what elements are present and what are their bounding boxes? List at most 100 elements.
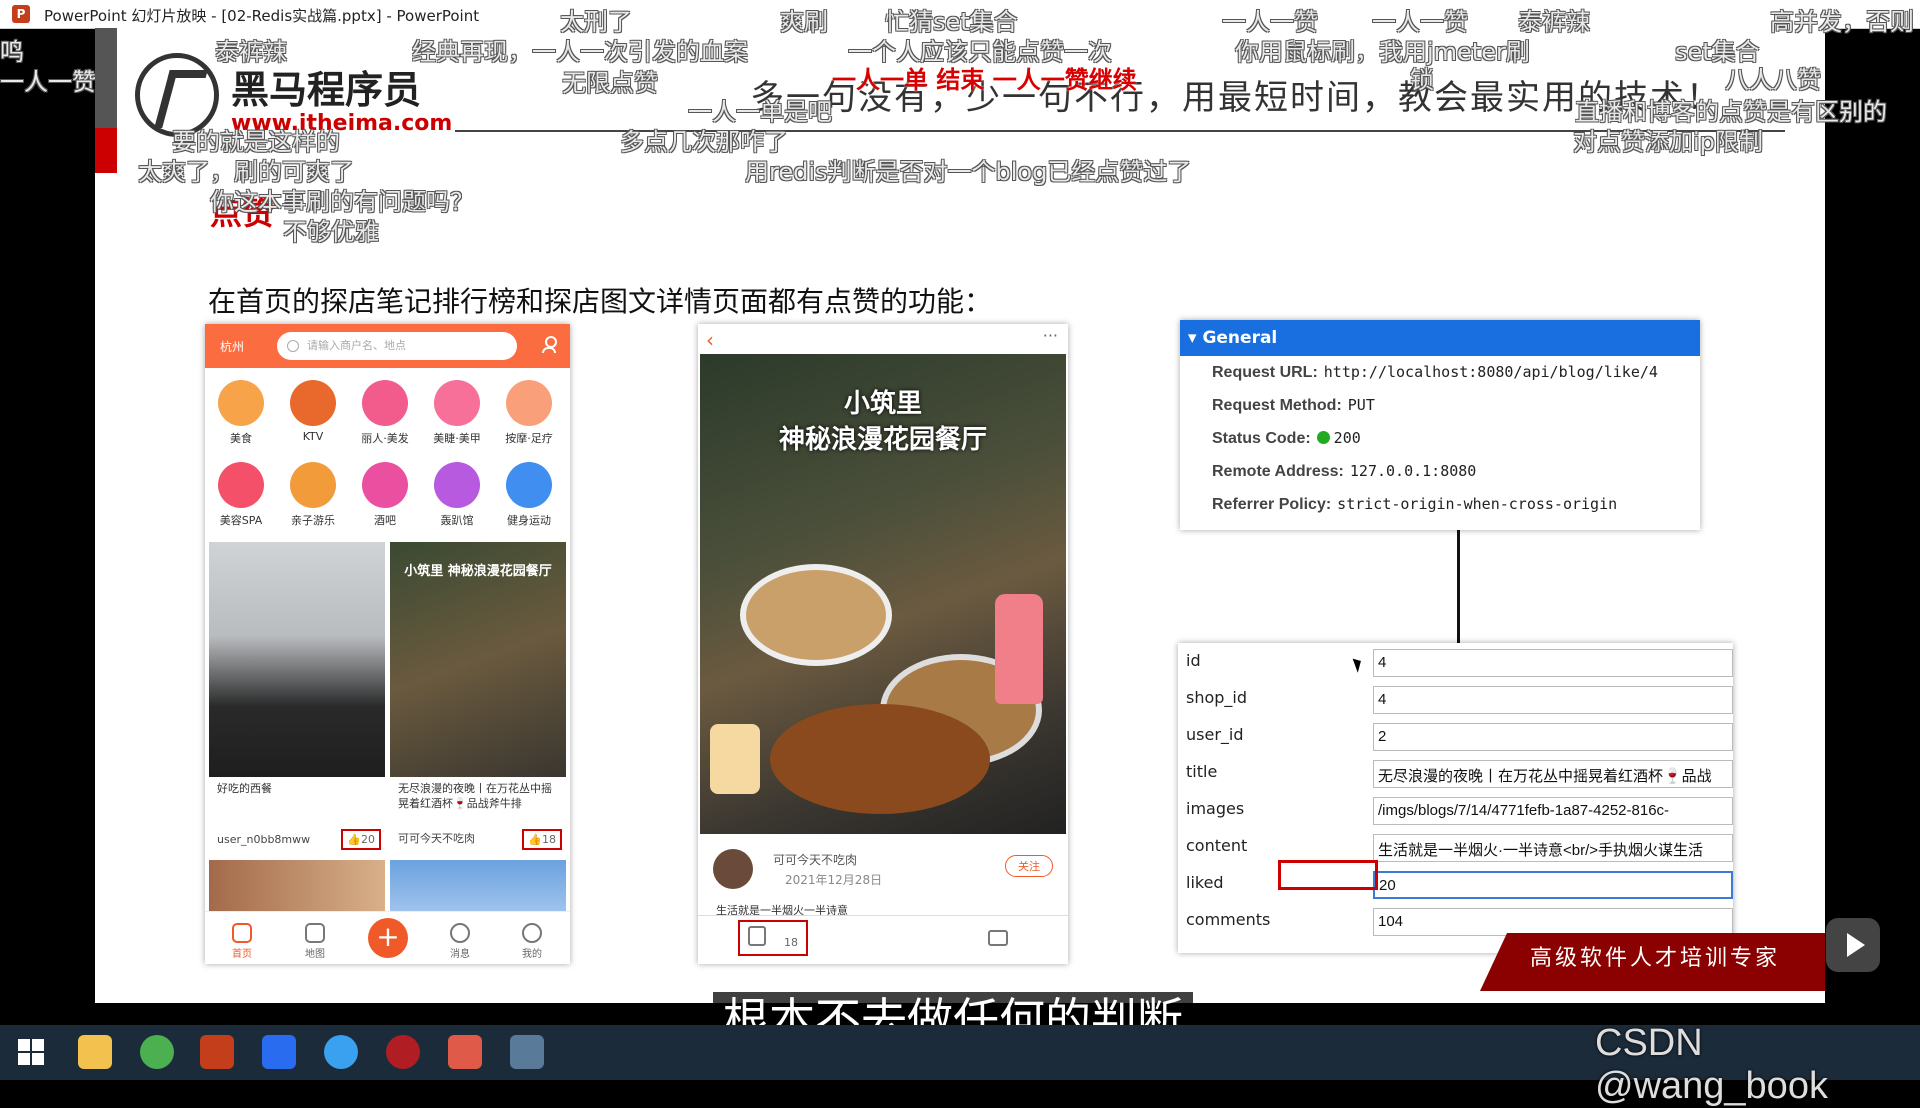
category-item[interactable]: 轰趴馆 <box>421 462 493 528</box>
author-row: 可可今天不吃肉 2021年12月28日 关注 <box>713 849 1053 899</box>
field-row: id 4 <box>1178 645 1733 681</box>
nav-mine[interactable]: 我的 <box>507 923 557 960</box>
category-item[interactable]: KTV <box>277 380 349 443</box>
map-icon <box>305 923 325 943</box>
detail-header: ‹ ··· <box>698 324 1068 354</box>
category-item[interactable]: 丽人·美发 <box>349 380 421 446</box>
blog-title: 无尽浪漫的夜晚丨在万花丛中摇晃着红酒杯🍷品战斧牛排 <box>398 782 552 810</box>
home-page-mockup: 杭州 请输入商户名、地点 美食 KTV 丽人·美发 美睫·美甲 按摩·足疗 美容… <box>205 324 570 964</box>
field-input[interactable]: 无尽浪漫的夜晚丨在万花丛中摇晃着红酒杯🍷品战 <box>1373 760 1733 788</box>
author-name: 可可今天不吃肉 <box>773 853 858 867</box>
add-button[interactable]: + <box>368 918 408 958</box>
danmaku-comment: 高并发，否则 <box>1770 8 1914 36</box>
field-row: title 无尽浪漫的夜晚丨在万花丛中摇晃着红酒杯🍷品战 <box>1178 756 1733 792</box>
field-input[interactable]: 生活就是一半烟火·一半诗意<br/>手执烟火谋生活 <box>1373 834 1733 862</box>
danmaku-comment: 你用鼠标刷，我用jmeter刷 <box>1235 38 1530 66</box>
danmaku-comment: 用redis判断是否对一个blog已经点赞过了 <box>745 158 1192 186</box>
blog-detail-image: 小筑里 神秘浪漫花园餐厅 <box>700 354 1066 834</box>
intellij-icon[interactable] <box>262 1035 296 1069</box>
like-button[interactable]: 👍18 <box>522 829 562 850</box>
powerpoint-icon: P <box>12 5 30 23</box>
blog-detail-mockup: ‹ ··· 小筑里 神秘浪漫花园餐厅 可可今天不吃肉 2021年12月28日 关… <box>698 324 1068 964</box>
profile-icon <box>522 923 542 943</box>
like-button[interactable]: 18 <box>738 920 808 956</box>
food-plate <box>740 564 892 666</box>
referrer-policy-row: Referrer Policy: strict-origin-when-cross… <box>1212 495 1618 513</box>
nav-messages[interactable]: 消息 <box>435 923 485 960</box>
category-item[interactable]: 健身运动 <box>493 462 565 528</box>
liked-highlight-box <box>1278 860 1378 890</box>
field-row: user_id 2 <box>1178 719 1733 755</box>
field-input[interactable]: 4 <box>1373 686 1733 714</box>
file-explorer-icon[interactable] <box>78 1035 112 1069</box>
request-general-panel: ▾ General Request URL: http://localhost:8… <box>1180 320 1700 530</box>
app-icon[interactable] <box>448 1035 482 1069</box>
blog-card[interactable]: 好吃的西餐 user_n0bb8mww 👍20 <box>209 542 385 852</box>
drink-bottle <box>995 594 1043 704</box>
user-icon[interactable] <box>542 336 557 354</box>
request-url-row: Request URL: http://localhost:8080/api/bl… <box>1212 363 1658 381</box>
search-placeholder: 请输入商户名、地点 <box>307 339 406 352</box>
danmaku-comment: 爽刷 <box>780 8 828 36</box>
category-item[interactable]: 亲子游乐 <box>277 462 349 528</box>
corner-banner-text: 高级软件人才培训专家 <box>1530 946 1781 971</box>
powerpoint-taskbar-icon[interactable] <box>200 1035 234 1069</box>
browser-icon[interactable] <box>324 1035 358 1069</box>
more-icon[interactable]: ··· <box>1043 326 1058 345</box>
category-item[interactable]: 酒吧 <box>349 462 421 528</box>
db-record-form: id 4 shop_id 4 user_id 2 title 无尽浪漫的夜晚丨在万花丛中… <box>1178 643 1733 953</box>
liked-input[interactable]: 20 <box>1373 871 1733 899</box>
blog-cover-image: 小筑里 神秘浪漫花园餐厅 <box>390 542 566 777</box>
blog-cover-image <box>209 542 385 777</box>
back-icon[interactable]: ‹ <box>706 328 714 352</box>
field-input[interactable]: 2 <box>1373 723 1733 751</box>
redis-desktop-icon[interactable] <box>386 1035 420 1069</box>
slide-accent-grey <box>95 28 117 128</box>
danmaku-comment: 一人一单 结束 一人一赞继续 <box>832 66 1137 94</box>
field-input[interactable]: 104 <box>1373 908 1733 936</box>
candle <box>710 724 760 794</box>
avatar[interactable] <box>713 849 753 889</box>
search-input[interactable]: 请输入商户名、地点 <box>277 332 517 360</box>
image-title: 小筑里 神秘浪漫花园餐厅 <box>778 389 987 455</box>
bottom-nav: 首页 地图 + 消息 我的 <box>205 911 570 964</box>
blog-card[interactable]: 小筑里 神秘浪漫花园餐厅 无尽浪漫的夜晚丨在万花丛中摇晃着红酒杯🍷品战斧牛排 可… <box>390 542 566 852</box>
danmaku-comment: 不够优雅 <box>283 218 379 246</box>
nav-map[interactable]: 地图 <box>290 923 340 960</box>
category-item[interactable]: 美睫·美甲 <box>421 380 493 446</box>
field-input[interactable]: 4 <box>1373 649 1733 677</box>
field-row: images/imgs/blogs/7/14/4771fefb-1a87-425… <box>1178 793 1733 829</box>
windows-start-icon[interactable] <box>18 1039 44 1065</box>
thumbs-up-icon <box>748 926 766 946</box>
general-header[interactable]: ▾ General <box>1180 320 1700 356</box>
watermark: CSDN @wang_book <box>1595 1022 1828 1107</box>
status-code-row: Status Code: 200 <box>1212 429 1361 447</box>
field-row: content 生活就是一半烟火·一半诗意<br/>手执烟火谋生活 <box>1178 830 1733 866</box>
comment-icon[interactable] <box>988 930 1008 946</box>
play-button[interactable] <box>1826 918 1880 972</box>
image-viewer-icon[interactable] <box>510 1035 544 1069</box>
danmaku-comment: 八人八赞 <box>1725 66 1821 94</box>
window-title: PowerPoint 幻灯片放映 - [02-Redis实战篇.pptx] - … <box>44 7 480 25</box>
city-selector[interactable]: 杭州 <box>220 338 244 355</box>
category-item[interactable]: 美食 <box>205 380 277 446</box>
nav-home[interactable]: 首页 <box>217 923 267 960</box>
category-item[interactable]: 美容SPA <box>205 462 277 528</box>
follow-button[interactable]: 关注 <box>1005 855 1053 877</box>
field-row: shop_id 4 <box>1178 682 1733 718</box>
home-header: 杭州 请输入商户名、地点 <box>205 324 570 368</box>
grilled-fish <box>770 704 990 814</box>
home-icon <box>232 923 252 943</box>
remote-address-row: Remote Address: 127.0.0.1:8080 <box>1212 462 1477 480</box>
flow-arrow <box>1457 530 1460 660</box>
request-method-row: Request Method: PUT <box>1212 396 1375 414</box>
search-icon <box>287 340 299 352</box>
field-row-liked: liked 20 <box>1178 867 1733 903</box>
field-input[interactable]: /imgs/blogs/7/14/4771fefb-1a87-4252-816c… <box>1373 797 1733 825</box>
like-button[interactable]: 👍20 <box>341 829 381 850</box>
danmaku-comment: 对点赞添加ip限制 <box>1573 128 1763 156</box>
cover-overlay-text: 小筑里 神秘浪漫花园餐厅 <box>404 564 552 579</box>
category-item[interactable]: 按摩·足疗 <box>493 380 565 446</box>
blog-title: 好吃的西餐 <box>217 782 272 795</box>
chrome-icon[interactable] <box>140 1035 174 1069</box>
